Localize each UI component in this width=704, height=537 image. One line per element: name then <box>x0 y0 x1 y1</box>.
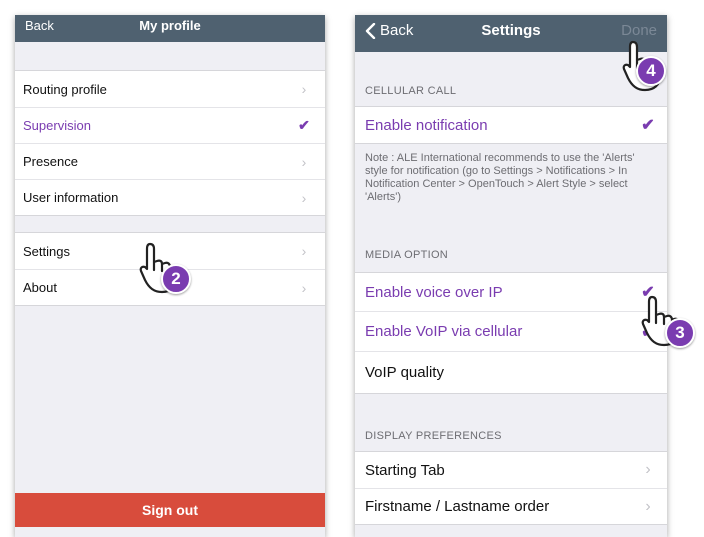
profile-menu-group: Routing profile › Supervision ✔ Presence… <box>15 70 325 216</box>
page-title: My profile <box>139 18 201 33</box>
menu-item-user-information[interactable]: User information › <box>15 179 325 215</box>
cellular-group: Enable notification ✔ <box>355 106 667 144</box>
checkmark-icon: ✔ <box>298 117 310 133</box>
chevron-right-icon: › <box>301 243 307 259</box>
menu-item-label: User information <box>23 190 119 205</box>
section-header-media: MEDIA OPTION <box>365 249 449 261</box>
chevron-right-icon: › <box>301 153 307 170</box>
row-label: VoIP quality <box>365 364 444 381</box>
done-button[interactable]: Done <box>621 22 657 39</box>
menu-item-presence[interactable]: Presence › <box>15 143 325 179</box>
media-option-group: Enable voice over IP ✔ Enable VoIP via c… <box>355 272 667 394</box>
row-label: Enable voice over IP <box>365 283 503 301</box>
step-badge-2: 2 <box>161 264 191 294</box>
chevron-right-icon: › <box>301 81 307 97</box>
section-header-display: DISPLAY PREFERENCES <box>365 430 502 442</box>
row-label: Firstname / Lastname order <box>365 498 550 515</box>
menu-item-label: Supervision <box>23 118 91 133</box>
row-label: Starting Tab <box>365 461 445 479</box>
chevron-right-icon: › <box>645 497 651 515</box>
sign-out-button[interactable]: Sign out <box>15 493 325 527</box>
chevron-right-icon: › <box>645 461 651 478</box>
voip-quality-item[interactable]: VoIP quality <box>355 351 667 393</box>
section-header-cellular: CELLULAR CALL <box>365 85 457 97</box>
bottom-spacer <box>15 527 325 537</box>
chevron-right-icon: › <box>301 189 307 206</box>
step-badge-4: 4 <box>636 56 666 86</box>
menu-item-label: Presence <box>23 154 78 169</box>
starting-tab-item[interactable]: Starting Tab › <box>355 452 667 488</box>
menu-item-supervision[interactable]: Supervision ✔ <box>15 107 325 143</box>
menu-item-routing-profile[interactable]: Routing profile › <box>15 71 325 107</box>
nav-bar: Back My profile <box>15 15 325 42</box>
display-preferences-group: Starting Tab › Firstname / Lastname orde… <box>355 451 667 525</box>
row-label: Enable notification <box>365 116 488 134</box>
enable-notification-toggle[interactable]: Enable notification ✔ <box>355 107 667 143</box>
notification-note: Note : ALE International recommends to u… <box>355 148 667 208</box>
step-badge-3: 3 <box>665 318 695 348</box>
chevron-right-icon: › <box>301 279 307 296</box>
enable-voip-cellular-toggle[interactable]: Enable VoIP via cellular ✔ <box>355 311 667 351</box>
enable-voip-toggle[interactable]: Enable voice over IP ✔ <box>355 273 667 311</box>
menu-item-label: Routing profile <box>23 81 107 97</box>
name-order-item[interactable]: Firstname / Lastname order › <box>355 488 667 524</box>
row-label: Enable VoIP via cellular <box>365 323 523 340</box>
checkmark-icon: ✔ <box>641 117 655 134</box>
